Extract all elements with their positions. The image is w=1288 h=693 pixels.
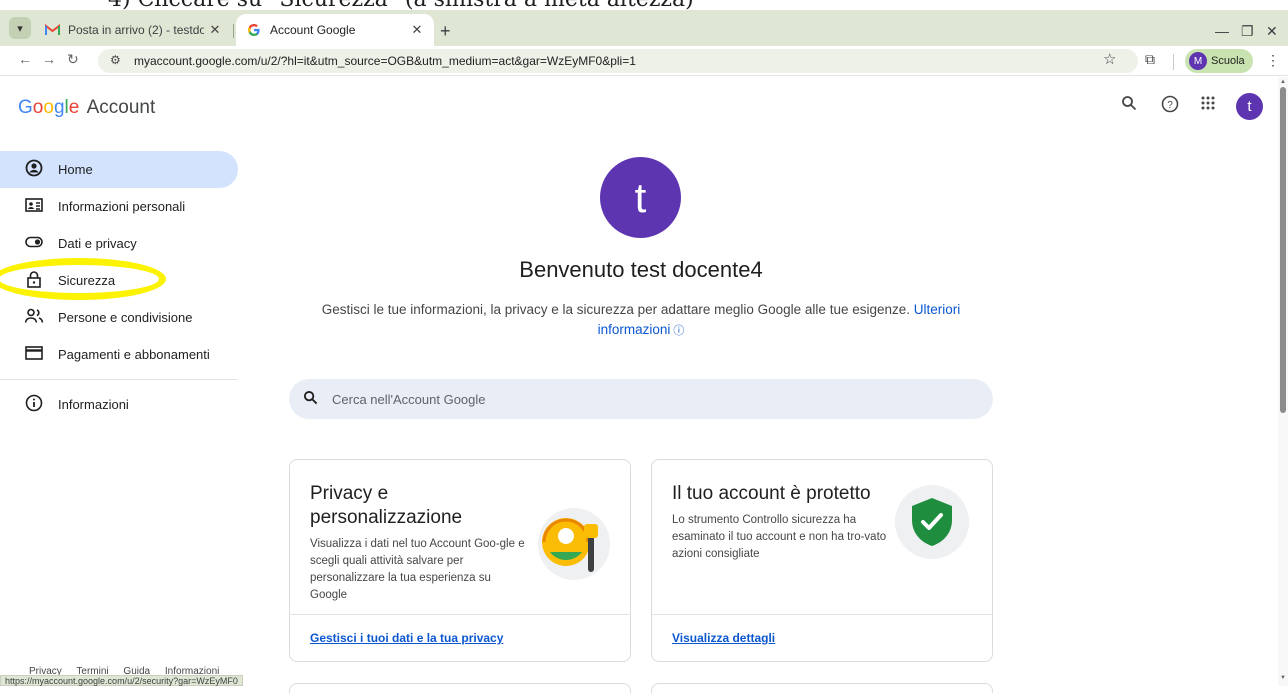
card-footer: Gestisci i tuoi dati e la tua privacy — [290, 614, 630, 661]
apps-grid-icon[interactable] — [1200, 95, 1216, 116]
browser-menu-icon[interactable]: ⋮ — [1266, 52, 1280, 69]
sidebar-item-label: Persone e condivisione — [58, 310, 193, 325]
security-status-card[interactable]: Il tuo account è protetto Lo strumento C… — [651, 459, 993, 662]
card-peek — [651, 683, 993, 693]
address-bar[interactable]: ⚙ myaccount.google.com/u/2/?hl=it&utm_so… — [98, 49, 1138, 73]
logo-letter-o1: o — [32, 97, 44, 118]
id-card-icon — [24, 197, 44, 217]
profile-avatar-large[interactable]: t — [600, 157, 681, 238]
reload-icon[interactable]: ↻ — [67, 51, 79, 68]
page-scrollbar[interactable]: ▲ ▼ — [1278, 77, 1288, 686]
sidebar-item-home[interactable]: Home — [0, 151, 238, 188]
card-title: Il tuo account è protetto — [672, 483, 871, 504]
info-icon — [24, 394, 44, 416]
subtitle-text: Gestisci le tue informazioni, la privacy… — [321, 302, 911, 317]
extensions-icon[interactable]: ⧉ — [1145, 51, 1155, 68]
account-search-bar[interactable] — [289, 379, 993, 419]
scroll-thumb[interactable] — [1280, 87, 1286, 413]
manage-privacy-link[interactable]: Gestisci i tuoi dati e la tua privacy — [310, 631, 503, 645]
account-avatar[interactable]: t — [1236, 93, 1263, 120]
forward-icon[interactable]: → — [42, 51, 56, 67]
status-bar-url: https://myaccount.google.com/u/2/securit… — [0, 675, 243, 686]
search-icon — [303, 390, 318, 409]
account-search-input[interactable] — [332, 391, 932, 407]
sidebar-item-payments[interactable]: Pagamenti e abbonamenti — [0, 336, 238, 373]
document-caption: 4) Cliccare su "Sicurezza" (a sinistra a… — [0, 0, 1288, 10]
sidebar-item-label: Pagamenti e abbonamenti — [58, 347, 210, 362]
sidebar-item-data-privacy[interactable]: Dati e privacy — [0, 225, 238, 262]
tab-account-google[interactable]: Account Google ✕ — [236, 14, 434, 46]
tab-gmail[interactable]: Posta in arrivo (2) - testdocente ✕ — [36, 14, 232, 46]
profile-label: Scuola — [1211, 55, 1245, 67]
sidebar-item-people-sharing[interactable]: Persone e condivisione — [0, 299, 238, 336]
sidebar-item-label: Home — [58, 162, 93, 177]
toolbar-divider — [1173, 54, 1174, 70]
shield-check-icon — [894, 484, 970, 565]
search-icon[interactable] — [1121, 95, 1137, 116]
scroll-up-icon[interactable]: ▲ — [1280, 79, 1286, 85]
card-title: Privacy e personalizzazione — [310, 483, 463, 528]
gmail-icon — [44, 23, 60, 37]
url-text: myaccount.google.com/u/2/?hl=it&utm_sour… — [134, 54, 636, 68]
bookmark-star-icon[interactable]: ☆ — [1103, 50, 1116, 68]
scroll-down-icon[interactable]: ▼ — [1280, 675, 1286, 681]
logo-account-text: Account — [86, 97, 156, 118]
account-page: Google Account ? t Home Informazioni per… — [0, 77, 1288, 693]
sidebar-item-label: Informazioni — [58, 397, 129, 412]
tab-title: Posta in arrivo (2) - testdocente — [68, 23, 204, 37]
sidebar-item-about[interactable]: Informazioni — [0, 386, 238, 423]
logo-letter-g2: g — [53, 97, 65, 118]
sidebar-divider — [0, 379, 238, 380]
profile-button[interactable]: M Scuola — [1185, 49, 1253, 73]
browser-toolbar: ← → ↻ ⚙ myaccount.google.com/u/2/?hl=it&… — [0, 46, 1288, 76]
sicurezza-highlight-annotation — [0, 258, 166, 300]
logo-letter-g1: G — [18, 97, 33, 118]
welcome-subtitle: Gestisci le tue informazioni, la privacy… — [306, 300, 976, 341]
help-circle-icon: ⓘ — [670, 325, 685, 337]
logo-letter-e: e — [68, 97, 80, 118]
logo-letter-o2: o — [43, 97, 54, 118]
card-peek — [289, 683, 631, 693]
learn-more-link-part2: informazioni — [597, 322, 671, 337]
privacy-illustration-icon — [536, 506, 616, 591]
close-icon[interactable]: ✕ — [204, 22, 226, 38]
help-icon[interactable]: ? — [1161, 95, 1179, 118]
close-icon[interactable]: ✕ — [406, 22, 428, 38]
back-icon[interactable]: ← — [18, 51, 32, 67]
document-caption-text: 4) Cliccare su "Sicurezza" (a sinistra a… — [108, 0, 694, 10]
people-icon — [24, 308, 44, 328]
card-footer: Visualizza dettagli — [652, 614, 992, 661]
privacy-card[interactable]: Privacy e personalizzazione Visualizza i… — [289, 459, 631, 662]
tab-title: Account Google — [270, 23, 356, 37]
restore-icon[interactable]: ❐ — [1241, 23, 1254, 40]
google-icon — [246, 23, 262, 37]
tab-separator — [233, 24, 234, 38]
tab-strip: ▾ Posta in arrivo (2) - testdocente ✕ Ac… — [0, 10, 1288, 46]
credit-card-icon — [24, 345, 44, 364]
minimize-icon[interactable]: — — [1215, 23, 1229, 39]
svg-text:?: ? — [1167, 100, 1173, 111]
window-close-icon[interactable]: ✕ — [1266, 23, 1278, 40]
new-tab-button[interactable]: + — [440, 22, 451, 40]
site-settings-icon[interactable]: ⚙ — [110, 53, 121, 67]
sidebar-item-label: Informazioni personali — [58, 199, 186, 214]
tab-search-button[interactable]: ▾ — [9, 17, 31, 39]
profile-avatar: M — [1189, 52, 1207, 70]
welcome-heading: Benvenuto test docente4 — [519, 257, 763, 282]
sidebar-item-label: Dati e privacy — [58, 236, 137, 251]
learn-more-link-part1: Ulteriori — [913, 302, 961, 317]
card-description: Visualizza i dati nel tuo Account Goo-gl… — [310, 538, 525, 601]
view-details-link[interactable]: Visualizza dettagli — [672, 631, 775, 645]
card-description: Lo strumento Controllo sicurezza ha esam… — [672, 514, 887, 560]
toggle-icon — [24, 235, 44, 252]
sidebar-item-personal-info[interactable]: Informazioni personali — [0, 188, 238, 225]
google-account-logo[interactable]: Google Account — [18, 97, 155, 119]
account-circle-icon — [24, 159, 44, 181]
